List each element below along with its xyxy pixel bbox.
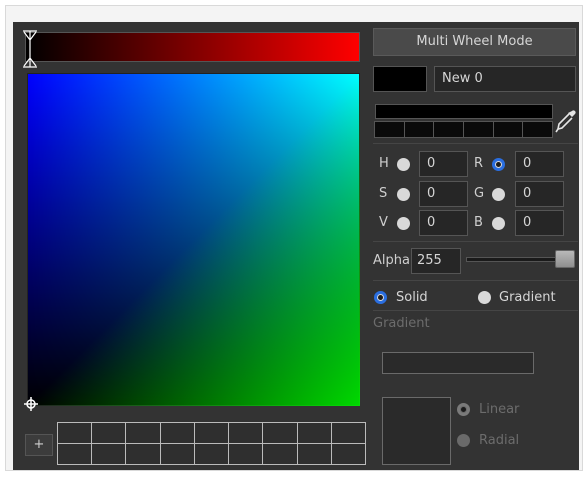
h-label: H [379, 156, 389, 171]
hue-strip[interactable] [25, 32, 360, 62]
swatch[interactable] [228, 443, 264, 465]
g-radio[interactable] [492, 188, 505, 201]
color-name-field[interactable]: New 0 [434, 66, 576, 92]
solid-radio[interactable] [374, 291, 387, 304]
swatch[interactable] [193, 422, 230, 444]
swatch[interactable] [159, 443, 195, 465]
swatch[interactable] [262, 443, 298, 465]
swatch[interactable] [193, 443, 230, 465]
r-field[interactable]: 0 [515, 151, 564, 177]
swatch[interactable] [91, 422, 127, 444]
current-color-swatch [373, 66, 427, 92]
r-label: R [474, 156, 484, 171]
recent-colors-row [374, 121, 554, 138]
eyedropper-icon[interactable] [555, 108, 577, 134]
g-field[interactable]: 0 [515, 181, 564, 207]
b-radio[interactable] [492, 217, 505, 230]
swatch[interactable] [262, 422, 298, 444]
alpha-slider-thumb[interactable] [555, 250, 575, 268]
g-label: G [474, 186, 485, 201]
swatch[interactable] [57, 443, 93, 465]
gradient-section-label: Gradient [373, 316, 430, 331]
add-swatch-button[interactable]: + [25, 434, 53, 456]
alpha-field[interactable]: 255 [411, 248, 461, 274]
recent-color-swatch[interactable] [433, 121, 465, 138]
radial-label: Radial [479, 433, 520, 448]
swatch[interactable] [296, 443, 332, 465]
h-field[interactable]: 0 [419, 151, 468, 177]
alpha-slider-track[interactable] [466, 257, 566, 262]
separator [373, 241, 578, 242]
v-label: V [379, 215, 388, 230]
radial-radio[interactable] [457, 434, 470, 447]
linear-label: Linear [479, 402, 520, 417]
recent-color-swatch[interactable] [374, 121, 405, 138]
alpha-label: Alpha [373, 253, 410, 268]
swatch[interactable] [228, 422, 264, 444]
solid-label: Solid [396, 290, 428, 305]
b-field[interactable]: 0 [515, 210, 564, 236]
recent-color-swatch[interactable] [403, 121, 435, 138]
multi-wheel-mode-button[interactable]: Multi Wheel Mode [373, 28, 576, 56]
v-radio[interactable] [397, 217, 410, 230]
separator [373, 280, 578, 281]
recent-color-swatch[interactable] [463, 121, 494, 138]
recent-color-swatch[interactable] [522, 121, 554, 138]
h-radio[interactable] [397, 158, 410, 171]
gradient-radio[interactable] [478, 291, 491, 304]
r-radio[interactable] [492, 158, 505, 171]
s-label: S [379, 186, 388, 201]
swatch[interactable] [330, 422, 366, 444]
separator [373, 143, 578, 144]
separator [373, 310, 578, 311]
swatch[interactable] [125, 422, 161, 444]
s-field[interactable]: 0 [419, 181, 468, 207]
saturation-value-square[interactable] [27, 73, 360, 406]
swatch[interactable] [125, 443, 161, 465]
hue-marker-icon[interactable] [22, 30, 38, 68]
b-label: B [474, 215, 483, 230]
swatch[interactable] [91, 443, 127, 465]
gradient-preview [382, 397, 451, 465]
v-field[interactable]: 0 [419, 210, 468, 236]
linear-radio[interactable] [457, 403, 470, 416]
gradient-label: Gradient [499, 290, 556, 305]
swatch-grid [57, 422, 366, 465]
swatch[interactable] [296, 422, 332, 444]
crosshair-icon[interactable] [24, 397, 38, 411]
recent-color-swatch[interactable] [492, 121, 524, 138]
gradient-bar [382, 352, 534, 374]
swatch[interactable] [330, 443, 366, 465]
swatch[interactable] [159, 422, 195, 444]
color-preview-bar [375, 104, 553, 119]
swatch[interactable] [57, 422, 93, 444]
s-radio[interactable] [397, 188, 410, 201]
